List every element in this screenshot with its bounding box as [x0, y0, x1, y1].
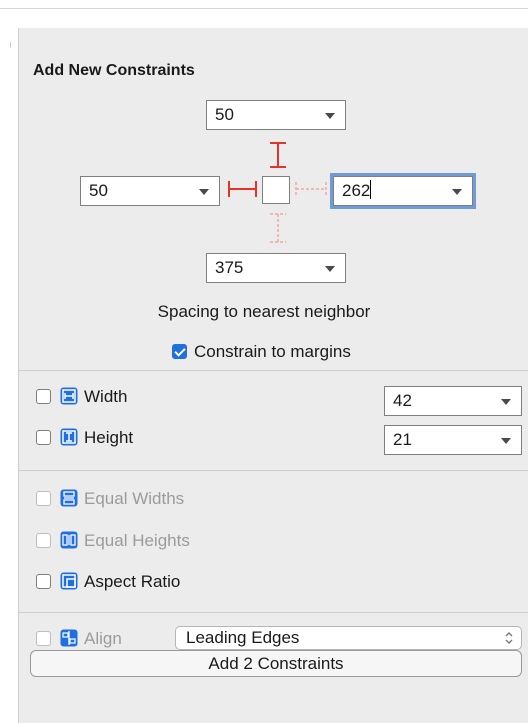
height-value-popup[interactable]: 21	[384, 425, 522, 455]
width-value-popup[interactable]: 42	[384, 386, 522, 416]
bottom-constraint-ibeam[interactable]	[270, 213, 286, 243]
width-label: Width	[84, 387, 128, 406]
constrain-to-margins-checkbox[interactable]	[172, 344, 187, 359]
align-icon	[60, 629, 78, 647]
left-constraint-ibeam[interactable]	[228, 181, 257, 197]
aspect-ratio-icon	[60, 572, 78, 590]
chevron-down-icon	[501, 438, 511, 444]
align-label: Align	[84, 629, 122, 648]
equal-heights-checkbox[interactable]	[36, 533, 51, 548]
right-constraint-ibeam[interactable]	[295, 182, 327, 196]
top-constraint-ibeam[interactable]	[270, 142, 286, 168]
chevron-down-icon	[501, 399, 511, 405]
equal-heights-icon	[60, 531, 78, 549]
height-value: 21	[393, 430, 412, 449]
section-divider	[18, 470, 528, 471]
width-checkbox[interactable]	[36, 389, 51, 404]
width-value: 42	[393, 391, 412, 410]
aspect-ratio-label: Aspect Ratio	[84, 572, 181, 591]
height-icon	[60, 428, 78, 446]
align-type-value: Leading Edges	[186, 628, 300, 647]
selected-view-box	[262, 176, 290, 204]
section-divider	[18, 370, 528, 371]
width-icon	[60, 387, 78, 405]
section-divider	[18, 612, 528, 613]
equal-widths-icon	[60, 489, 78, 507]
height-label: Height	[84, 428, 134, 447]
height-checkbox[interactable]	[36, 430, 51, 445]
updown-chevron-icon	[505, 632, 513, 644]
aspect-ratio-checkbox[interactable]	[36, 574, 51, 589]
equal-widths-checkbox[interactable]	[36, 491, 51, 506]
align-type-select[interactable]: Leading Edges	[175, 626, 522, 650]
align-checkbox[interactable]	[36, 631, 51, 646]
equal-heights-label: Equal Heights	[84, 531, 190, 550]
spacing-caption: Spacing to nearest neighbor	[157, 302, 371, 321]
add-constraints-button[interactable]: Add 2 Constraints	[30, 650, 522, 677]
constrain-to-margins-label: Constrain to margins	[194, 342, 351, 361]
equal-widths-label: Equal Widths	[84, 489, 185, 508]
